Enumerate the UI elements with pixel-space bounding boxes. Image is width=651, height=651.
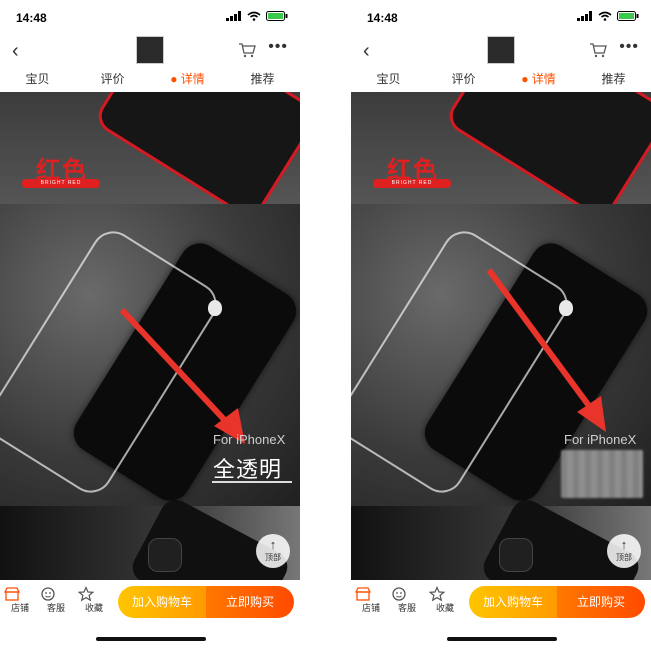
camera-module-icon xyxy=(148,538,182,572)
tab-details-label: 详情 xyxy=(180,72,205,86)
product-thumbnail[interactable] xyxy=(136,36,164,64)
status-bar: 14:48 xyxy=(0,0,300,36)
tab-recommend[interactable]: 推荐 xyxy=(576,68,651,92)
back-to-top-button[interactable]: ↑ 顶部 xyxy=(607,534,641,568)
location-pin-icon: ● xyxy=(170,72,178,86)
favorite-button[interactable]: 收藏 xyxy=(429,586,461,614)
more-icon[interactable]: ••• xyxy=(268,38,288,56)
shop-button[interactable]: 店铺 xyxy=(4,586,36,614)
service-label: 客服 xyxy=(397,603,416,613)
status-time: 14:48 xyxy=(367,11,398,25)
tab-recommend[interactable]: 推荐 xyxy=(225,68,300,92)
model-label: For iPhoneX xyxy=(213,432,286,447)
arrow-up-icon: ↑ xyxy=(620,537,628,552)
cart-icon[interactable] xyxy=(238,42,256,58)
status-bar: 14:48 xyxy=(351,0,651,36)
favorite-label: 收藏 xyxy=(84,603,103,613)
back-to-top-label: 顶部 xyxy=(616,553,632,562)
more-icon[interactable]: ••• xyxy=(619,38,639,56)
status-icons xyxy=(577,11,639,21)
nav-bar: ‹ ••• xyxy=(0,36,300,68)
shop-label: 店铺 xyxy=(10,603,29,613)
shop-label: 店铺 xyxy=(361,603,380,613)
tab-details[interactable]: ● 详情 xyxy=(501,68,576,92)
shop-icon xyxy=(4,587,20,601)
star-icon xyxy=(78,586,94,602)
shop-button[interactable]: 店铺 xyxy=(355,586,387,614)
add-to-cart-button[interactable]: 加入购物车 xyxy=(118,586,206,618)
star-icon xyxy=(429,586,445,602)
buy-now-button[interactable]: 立即购买 xyxy=(206,586,294,618)
back-chevron-icon[interactable]: ‹ xyxy=(363,40,370,62)
wifi-icon xyxy=(598,11,612,21)
location-pin-icon: ● xyxy=(521,72,529,86)
battery-icon xyxy=(617,11,639,21)
cart-icon[interactable] xyxy=(589,42,607,58)
tab-details-label: 详情 xyxy=(531,72,556,86)
favorite-label: 收藏 xyxy=(435,603,454,613)
product-thumbnail[interactable] xyxy=(487,36,515,64)
back-to-top-label: 顶部 xyxy=(265,553,281,562)
shop-icon xyxy=(355,587,371,601)
transparent-label: 全透明 xyxy=(213,457,283,482)
service-icon xyxy=(392,587,406,601)
phone-screenshot-original: 14:48 ‹ ••• 宝贝 评价 ● 详情 推荐 红色 BRIGHT RED … xyxy=(0,0,300,651)
signal-icon xyxy=(577,11,592,21)
bottom-action-bar: 店铺 客服 收藏 加入购物车 立即购买 xyxy=(0,580,300,624)
model-label: For iPhoneX xyxy=(564,432,637,447)
tab-reviews[interactable]: 评价 xyxy=(75,68,150,92)
service-button[interactable]: 客服 xyxy=(391,586,423,614)
product-detail-image: 红色 BRIGHT RED For iPhoneX 全透明 xyxy=(0,92,300,580)
tab-product[interactable]: 宝贝 xyxy=(0,68,75,92)
tab-product[interactable]: 宝贝 xyxy=(351,68,426,92)
buy-now-button[interactable]: 立即购买 xyxy=(557,586,645,618)
blurred-label-area xyxy=(561,450,643,498)
nav-bar: ‹ ••• xyxy=(351,36,651,68)
status-icons xyxy=(226,11,288,21)
arrow-up-icon: ↑ xyxy=(269,537,277,552)
service-button[interactable]: 客服 xyxy=(40,586,72,614)
detail-tabs: 宝贝 评价 ● 详情 推荐 xyxy=(351,68,651,92)
favorite-button[interactable]: 收藏 xyxy=(78,586,110,614)
phone-screenshot-edited: 14:48 ‹ ••• 宝贝 评价 ● 详情 推荐 红色 BRIGHT RED … xyxy=(351,0,651,651)
home-indicator xyxy=(447,637,557,641)
home-indicator xyxy=(96,637,206,641)
service-label: 客服 xyxy=(46,603,65,613)
label-underline xyxy=(212,481,292,483)
signal-icon xyxy=(226,11,241,21)
tab-details[interactable]: ● 详情 xyxy=(150,68,225,92)
status-time: 14:48 xyxy=(16,11,47,25)
wifi-icon xyxy=(247,11,261,21)
service-icon xyxy=(41,587,55,601)
camera-module-icon xyxy=(499,538,533,572)
back-to-top-button[interactable]: ↑ 顶部 xyxy=(256,534,290,568)
add-to-cart-button[interactable]: 加入购物车 xyxy=(469,586,557,618)
detail-tabs: 宝贝 评价 ● 详情 推荐 xyxy=(0,68,300,92)
bottom-action-bar: 店铺 客服 收藏 加入购物车 立即购买 xyxy=(351,580,651,624)
battery-icon xyxy=(266,11,288,21)
product-detail-image: 红色 BRIGHT RED For iPhoneX xyxy=(351,92,651,580)
tab-reviews[interactable]: 评价 xyxy=(426,68,501,92)
back-chevron-icon[interactable]: ‹ xyxy=(12,40,19,62)
